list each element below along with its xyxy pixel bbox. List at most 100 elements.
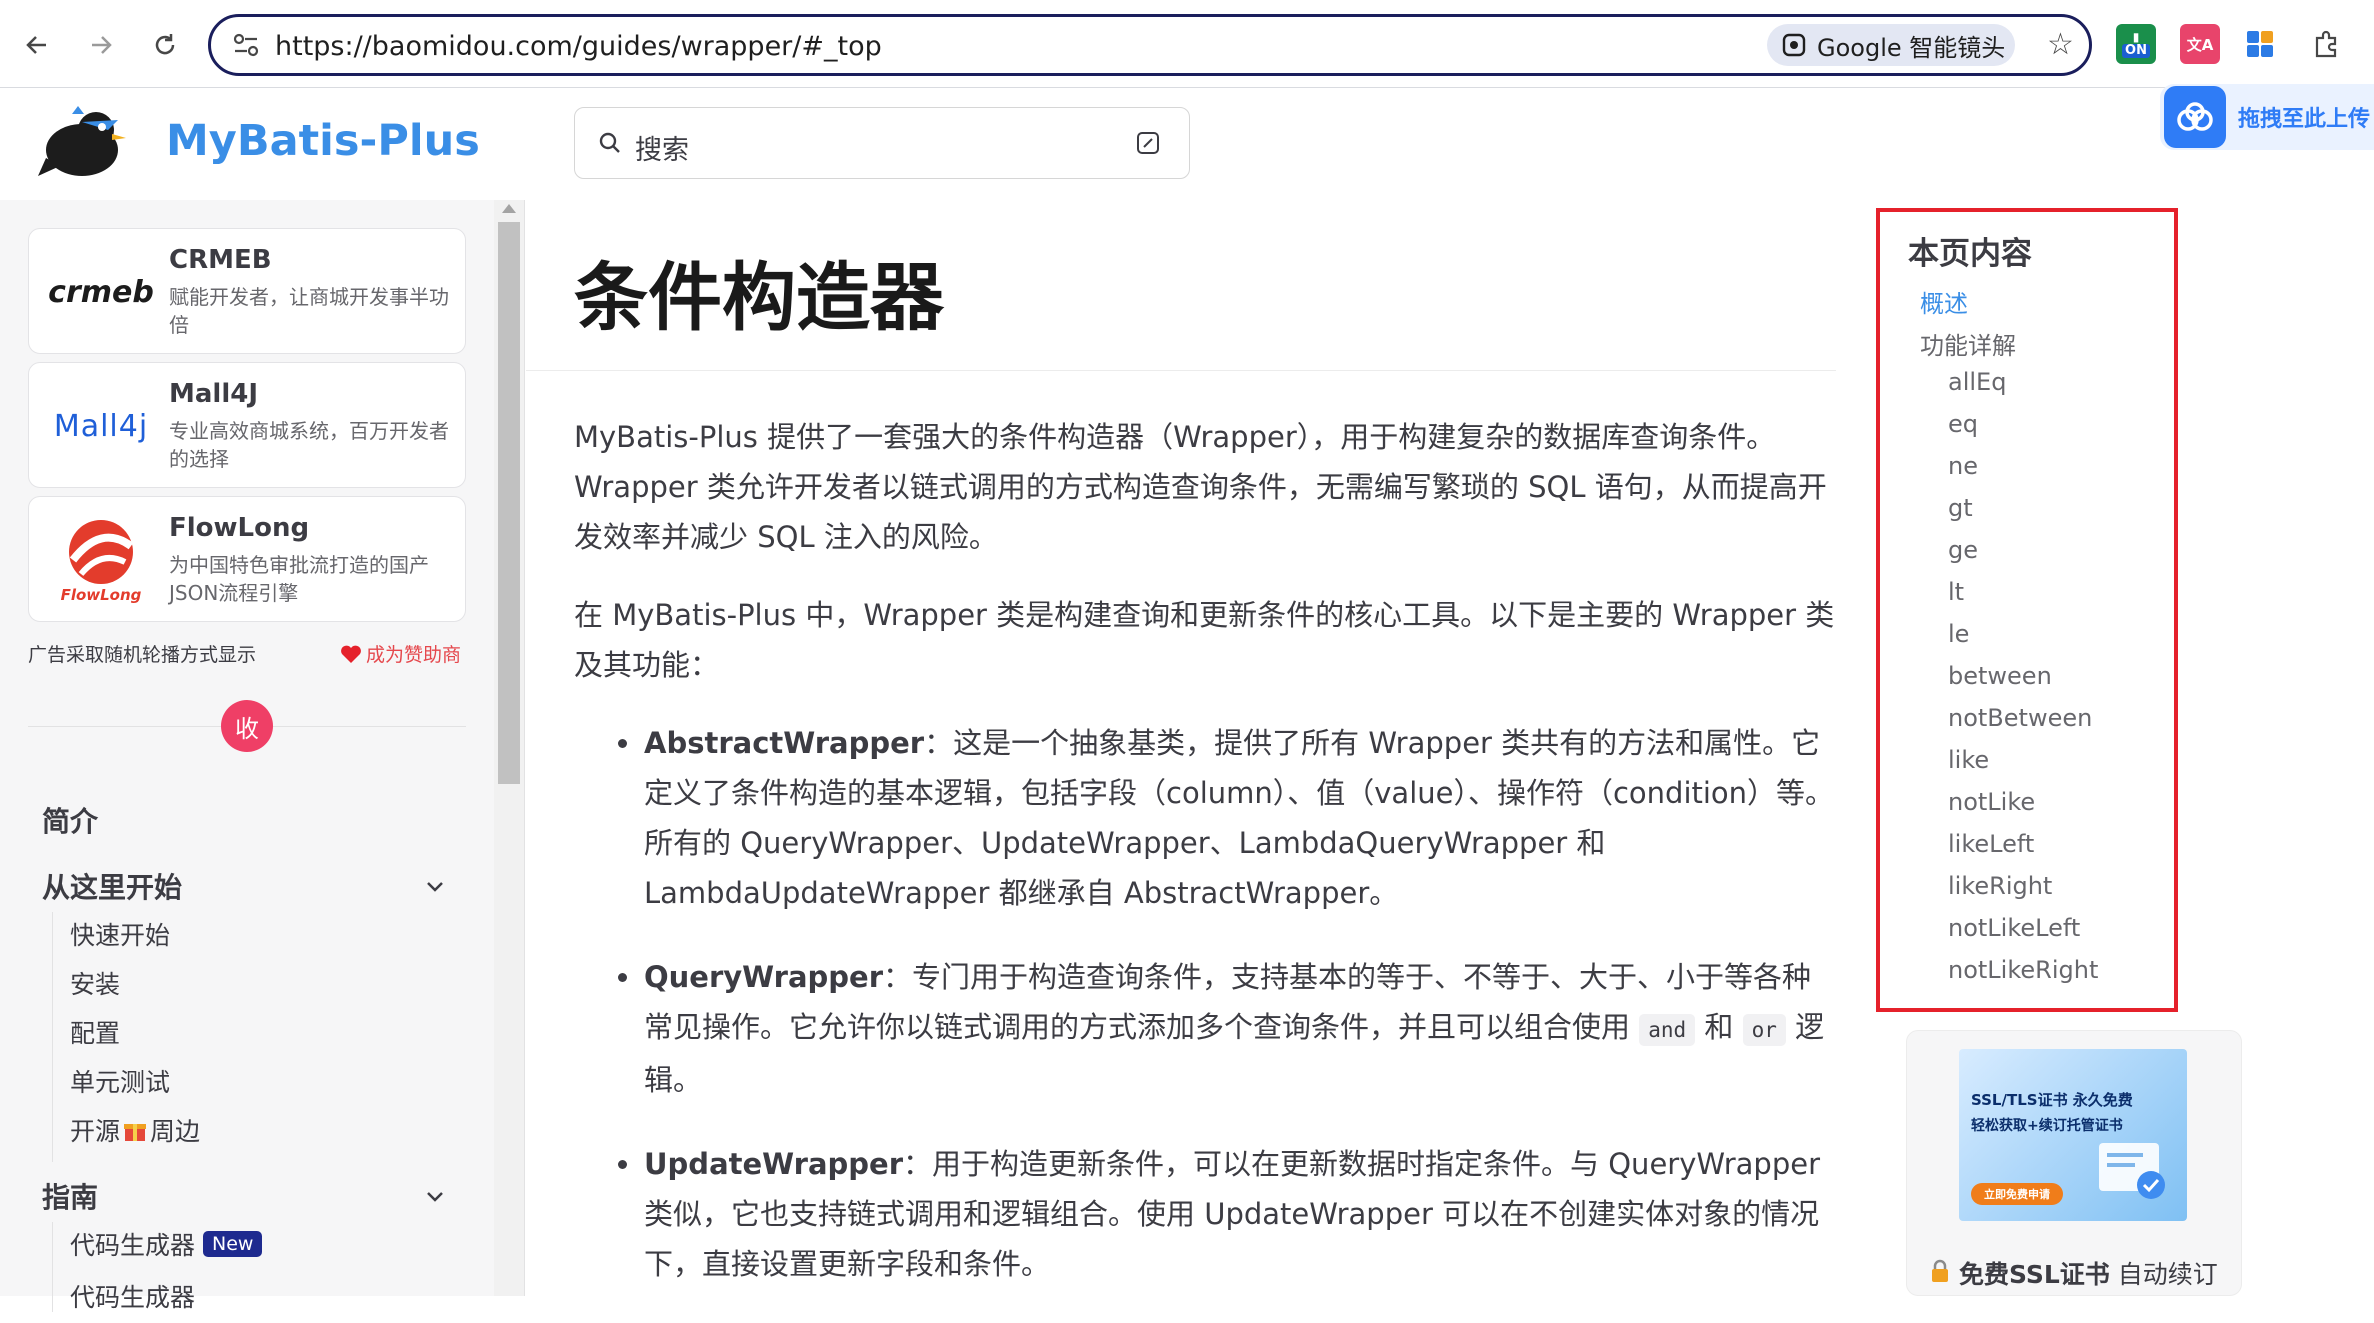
toc-item[interactable]: lt — [1948, 578, 1964, 606]
term-abstractwrapper: AbstractWrapper — [644, 726, 925, 760]
divider — [526, 370, 1836, 371]
table-of-contents: 本页内容 概述 功能详解 allEq eq ne gt ge lt le bet… — [1876, 208, 2178, 1012]
nav-item-label: 周边 — [150, 1117, 201, 1146]
become-sponsor-link[interactable]: 成为赞助商 — [340, 640, 461, 667]
cloud-upload-icon — [2164, 86, 2226, 148]
list-item: UpdateWrapper：用于构造更新条件，可以在更新数据时指定条件。与 Qu… — [618, 1139, 1836, 1289]
toc-item[interactable]: ne — [1948, 452, 1978, 480]
sidebar-scrollbar[interactable] — [494, 200, 524, 1296]
mall4j-logo: Mall4j — [53, 408, 149, 444]
nav-section-guide[interactable]: 指南 — [42, 1176, 98, 1216]
ssl-certificate-ad[interactable]: SSL/TLS证书 永久免费 轻松获取+续订托管证书 立即免费申请 免费SSL证… — [1906, 1030, 2242, 1296]
toc-item[interactable]: notLikeLeft — [1948, 914, 2080, 942]
nav-item-open-source[interactable]: 开源 周边 — [70, 1112, 200, 1148]
inline-code-or: or — [1742, 1014, 1786, 1046]
scrollbar-thumb[interactable] — [498, 222, 520, 784]
lens-label: Google 智能镜头 — [1817, 33, 2006, 62]
sponsor-label: 成为赞助商 — [366, 644, 462, 666]
ad-name: FlowLong — [169, 513, 310, 543]
extensions-puzzle-icon[interactable] — [2306, 24, 2346, 64]
nav-item-unit-test[interactable]: 单元测试 — [70, 1063, 170, 1099]
search-box[interactable]: 搜索 — [574, 107, 1190, 179]
flowlong-logo: FlowLong — [41, 515, 161, 605]
toc-item-overview[interactable]: 概述 — [1920, 284, 1968, 319]
upload-label: 拖拽至此上传 — [2238, 107, 2371, 132]
google-lens-button[interactable]: Google 智能镜头 — [1767, 24, 2015, 66]
site-title[interactable]: MyBatis-Plus — [166, 116, 480, 166]
list-item: AbstractWrapper：这是一个抽象基类，提供了所有 Wrapper 类… — [618, 718, 1836, 918]
nav-indent-line — [52, 912, 53, 1162]
crmeb-logo: crmeb — [48, 274, 154, 310]
ad-description: 专业高效商城系统，百万开发者的选择 — [169, 419, 449, 471]
heart-icon — [341, 645, 361, 663]
search-placeholder: 搜索 — [635, 135, 689, 166]
ad-name: Mall4J — [169, 379, 259, 409]
ssl-ad-image-subtitle: 轻松获取+续订托管证书 — [1971, 1118, 2123, 1134]
toc-item[interactable]: likeLeft — [1948, 830, 2034, 858]
lock-icon — [1932, 1259, 1948, 1282]
ssl-apply-button[interactable]: 立即免费申请 — [1971, 1183, 2063, 1205]
sponsor-ad-flowlong[interactable]: FlowLong FlowLong 为中国特色审批流打造的国产JSON流程引擎 — [28, 496, 466, 622]
browser-toolbar: https://baomidou.com/guides/wrapper/#_to… — [0, 0, 2374, 88]
extension-on-icon[interactable]: ▮ ON — [2116, 24, 2156, 64]
toc-item[interactable]: gt — [1948, 494, 1973, 522]
gift-icon — [124, 1124, 147, 1141]
chevron-down-icon[interactable] — [422, 1184, 448, 1210]
bookmark-star-icon[interactable]: ☆ — [2047, 27, 2074, 62]
toc-item[interactable]: ge — [1948, 536, 1978, 564]
nav-item-install[interactable]: 安装 — [70, 965, 120, 1001]
toc-item[interactable]: likeRight — [1948, 872, 2052, 900]
translate-extension-icon[interactable]: 文A — [2180, 24, 2220, 64]
sidebar: crmeb CRMEB 赋能开发者，让商城开发事半功倍 Mall4j Mall4… — [0, 200, 494, 1312]
sponsor-ad-crmeb[interactable]: crmeb CRMEB 赋能开发者，让商城开发事半功倍 — [28, 228, 466, 354]
nav-item-label: 代码生成器 — [70, 1231, 196, 1260]
nav-item-quick-start[interactable]: 快速开始 — [70, 916, 170, 952]
collapse-ads-button[interactable]: 收 — [221, 700, 273, 752]
site-settings-icon[interactable] — [233, 33, 259, 57]
ssl-ad-image: SSL/TLS证书 永久免费 轻松获取+续订托管证书 立即免费申请 — [1959, 1049, 2187, 1221]
lens-icon — [1782, 33, 1806, 57]
wrapper-paragraph: 在 MyBatis-Plus 中，Wrapper 类是构建查询和更新条件的核心工… — [574, 598, 1835, 682]
intro-paragraph: MyBatis-Plus 提供了一套强大的条件构造器（Wrapper），用于构建… — [574, 420, 1827, 554]
sponsor-ad-mall4j[interactable]: Mall4j Mall4J 专业高效商城系统，百万开发者的选择 — [28, 362, 466, 488]
new-badge: New — [203, 1231, 263, 1257]
toc-item[interactable]: eq — [1948, 410, 1978, 438]
wrapper-list: AbstractWrapper：这是一个抽象基类，提供了所有 Wrapper 类… — [574, 718, 1836, 1289]
term-querywrapper: QueryWrapper — [644, 960, 884, 994]
flowlong-logo-icon — [69, 520, 134, 584]
back-icon[interactable] — [16, 24, 58, 66]
toc-item[interactable]: notLikeRight — [1948, 956, 2098, 984]
toc-item[interactable]: between — [1948, 662, 2052, 690]
article-body: MyBatis-Plus 提供了一套强大的条件构造器（Wrapper），用于构建… — [574, 412, 1836, 1323]
toc-item-features[interactable]: 功能详解 — [1920, 326, 2016, 361]
ssl-ad-image-title: SSL/TLS证书 永久免费 — [1971, 1091, 2133, 1109]
scroll-up-arrow-icon[interactable] — [502, 204, 516, 213]
nav-item-label: 开源 — [70, 1117, 121, 1146]
nav-item-code-generator-legacy[interactable]: 代码生成器 — [70, 1278, 195, 1314]
toc-item[interactable]: allEq — [1948, 368, 2006, 396]
search-icon — [599, 132, 620, 153]
address-bar[interactable]: https://baomidou.com/guides/wrapper/#_to… — [208, 14, 2092, 76]
nav-item-config[interactable]: 配置 — [70, 1014, 120, 1050]
reload-icon[interactable] — [144, 24, 186, 66]
search-shortcut-icon — [1137, 132, 1159, 154]
toc-item[interactable]: like — [1948, 746, 1989, 774]
ad-rotation-note: 广告采取随机轮播方式显示 — [28, 644, 257, 666]
apps-extension-icon[interactable] — [2240, 24, 2280, 64]
url-text[interactable]: https://baomidou.com/guides/wrapper/#_to… — [275, 31, 882, 62]
forward-icon[interactable] — [80, 24, 122, 66]
nav-section-getting-started[interactable]: 从这里开始 — [42, 866, 182, 906]
nav-section-intro[interactable]: 简介 — [42, 800, 98, 840]
upload-drop-zone[interactable]: 拖拽至此上传 — [2160, 84, 2374, 150]
toc-item[interactable]: le — [1948, 620, 1969, 648]
mybatis-logo-icon[interactable] — [38, 100, 128, 182]
ssl-ad-caption[interactable]: 免费SSL证书 自动续订 — [1929, 1255, 2218, 1291]
chevron-down-icon[interactable] — [422, 874, 448, 900]
nav-indent-line — [52, 1222, 53, 1312]
divider — [524, 200, 525, 1296]
toc-item[interactable]: notLike — [1948, 788, 2035, 816]
nav-item-code-generator[interactable]: 代码生成器 New — [70, 1226, 263, 1262]
ssl-caption-bold: 免费SSL证书 — [1958, 1260, 2110, 1289]
ad-description: 赋能开发者，让商城开发事半功倍 — [169, 285, 449, 337]
toc-item[interactable]: notBetween — [1948, 704, 2092, 732]
